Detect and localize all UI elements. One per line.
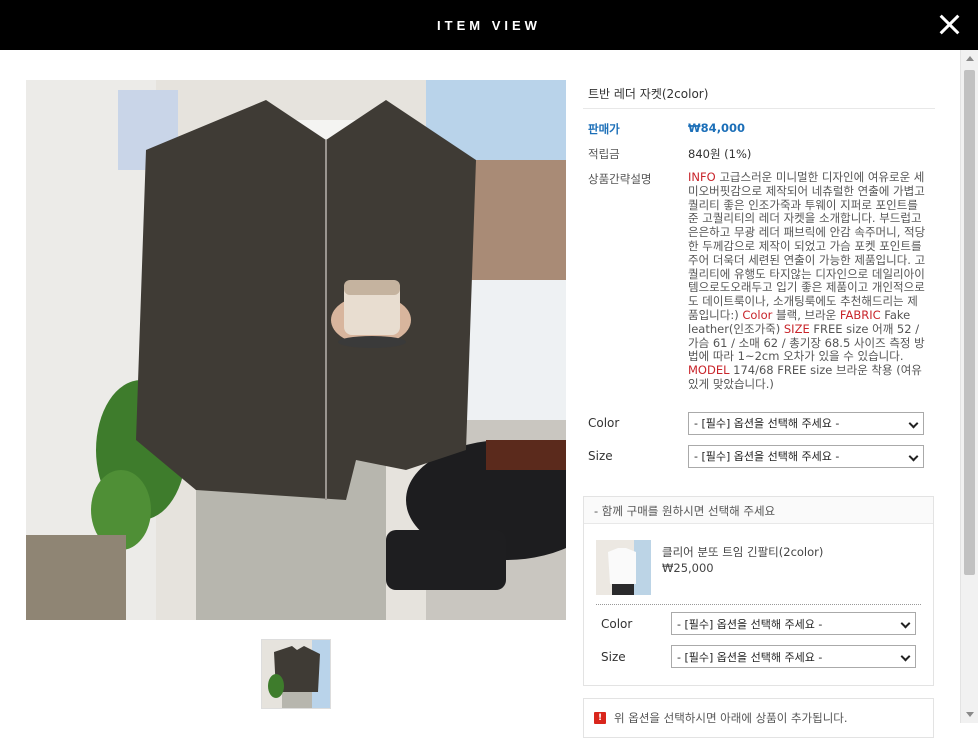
notice-text: 위 옵션을 선택하시면 아래에 상품이 추가됩니다.: [614, 711, 848, 725]
addon-item-text: 클리어 분또 트임 긴팔티(2color) ₩25,000: [662, 544, 823, 595]
desc-color-tag: Color: [742, 307, 773, 322]
addon-item-image[interactable]: [596, 540, 651, 595]
color-select[interactable]: - [필수] 옵션을 선택해 주세요 -: [688, 411, 924, 435]
desc-size-tag: SIZE: [783, 321, 810, 336]
color-option-label: Color: [588, 416, 620, 431]
addon-color-select[interactable]: - [필수] 옵션을 선택해 주세요 -: [671, 612, 916, 635]
option-notice: ! 위 옵션을 선택하시면 아래에 상품이 추가됩니다.: [583, 698, 934, 738]
addon-size-row: Size - [필수] 옵션을 선택해 주세요 -: [596, 645, 921, 668]
addon-size-select-value: - [필수] 옵션을 선택해 주세요 -: [677, 650, 823, 664]
product-info: 트반 레더 자켓(2color) 판매가 ₩84,000 적립금 840원 (1…: [583, 80, 935, 468]
mileage-label: 적립금: [588, 147, 620, 161]
addon-item: 클리어 분또 트임 긴팔티(2color) ₩25,000: [596, 540, 823, 595]
chevron-down-icon: [908, 418, 919, 429]
addon-item-price: ₩25,000: [662, 561, 714, 575]
addon-item-name: 클리어 분또 트임 긴팔티(2color): [662, 545, 824, 559]
item-view-content: 트반 레더 자켓(2color) 판매가 ₩84,000 적립금 840원 (1…: [0, 50, 960, 738]
desc-body-1: 고급스러운 미니멀한 디자인에 여유로운 세미오버핏감으로 제작되어 네츄럴한 …: [688, 170, 926, 322]
size-option-label: Size: [588, 449, 613, 464]
chevron-down-icon: [900, 618, 911, 629]
addon-product-box: - 함께 구매를 원하시면 선택해 주세요 클리어 분또 트임 긴팔티(2col…: [583, 496, 934, 686]
chevron-down-icon: [908, 451, 919, 462]
product-name: 트반 레더 자켓(2color): [583, 80, 935, 109]
size-select-value: - [필수] 옵션을 선택해 주세요 -: [694, 450, 840, 464]
desc-model-tag: MODEL: [688, 363, 730, 378]
chevron-down-icon: [900, 651, 911, 662]
desc-fabric-tag: FABRIC: [839, 307, 881, 322]
description-text: INFO 고급스러운 미니멀한 디자인에 여유로운 세미오버핏감으로 제작되어 …: [688, 170, 928, 392]
description-label: 상품간략설명: [588, 172, 652, 186]
size-option-row: Size - [필수] 옵션을 선택해 주세요 -: [583, 444, 935, 468]
warning-icon: !: [594, 712, 606, 724]
desc-info-tag: INFO: [688, 170, 716, 184]
price-value: ₩84,000: [688, 121, 746, 135]
color-option-row: Color - [필수] 옵션을 선택해 주세요 -: [583, 411, 935, 435]
description-row: 상품간략설명 INFO 고급스러운 미니멀한 디자인에 여유로운 세미오버핏감으…: [583, 170, 935, 392]
desc-body-2: 블랙, 브라운: [772, 307, 840, 322]
vertical-scrollbar[interactable]: [960, 50, 978, 723]
modal-title: ITEM VIEW: [437, 17, 541, 33]
price-label: 판매가: [588, 122, 620, 136]
modal-header: ITEM VIEW: [0, 0, 978, 50]
addon-size-select[interactable]: - [필수] 옵션을 선택해 주세요 -: [671, 645, 916, 668]
addon-color-label: Color: [601, 616, 633, 631]
scroll-down-icon[interactable]: [966, 712, 974, 717]
addon-size-label: Size: [601, 649, 626, 664]
addon-heading: - 함께 구매를 원하시면 선택해 주세요: [584, 497, 933, 524]
size-select[interactable]: - [필수] 옵션을 선택해 주세요 -: [688, 444, 924, 468]
mileage-row: 적립금 840원 (1%): [583, 146, 935, 162]
close-icon[interactable]: [938, 13, 960, 35]
divider: [596, 604, 921, 605]
color-select-value: - [필수] 옵션을 선택해 주세요 -: [694, 417, 840, 431]
addon-color-row: Color - [필수] 옵션을 선택해 주세요 -: [596, 612, 921, 635]
product-main-image: [26, 80, 566, 620]
price-row: 판매가 ₩84,000: [583, 121, 935, 137]
product-thumbnail[interactable]: [261, 639, 331, 709]
addon-color-select-value: - [필수] 옵션을 선택해 주세요 -: [677, 617, 823, 631]
scroll-up-icon[interactable]: [966, 56, 974, 61]
mileage-value: 840원 (1%): [688, 147, 752, 161]
scrollbar-thumb[interactable]: [964, 70, 975, 575]
